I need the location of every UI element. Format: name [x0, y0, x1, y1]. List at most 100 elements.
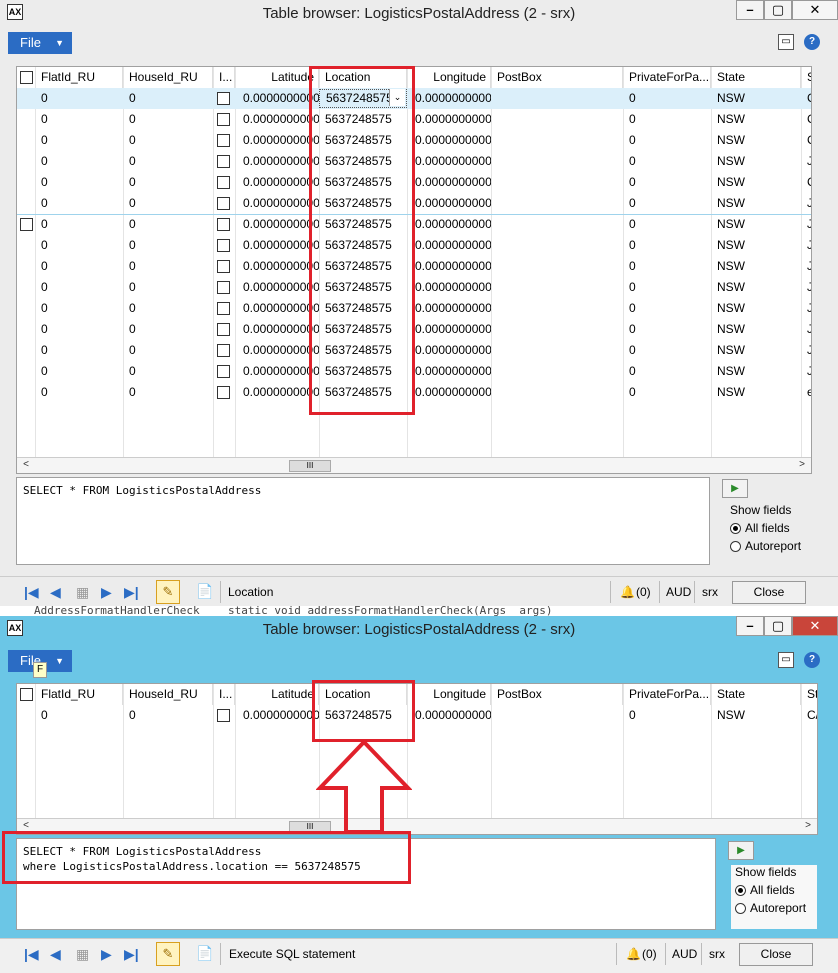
- cell-lon[interactable]: 0.0000000000: [407, 361, 491, 382]
- last-record-icon[interactable]: ▶|: [124, 946, 139, 963]
- cell-house[interactable]: 0: [123, 361, 213, 382]
- cell-state[interactable]: NSW: [711, 172, 801, 193]
- cell-s[interactable]: J: [801, 235, 811, 256]
- column-header[interactable]: Latitude: [235, 684, 319, 705]
- run-sql-button[interactable]: ▶: [722, 479, 748, 498]
- cell-lat[interactable]: 0.0000000000: [235, 172, 319, 193]
- cell-house[interactable]: 0: [123, 256, 213, 277]
- column-header[interactable]: State: [711, 67, 801, 88]
- cell-lon[interactable]: 0.0000000000: [407, 705, 491, 726]
- cell-lat[interactable]: 0.0000000000: [235, 151, 319, 172]
- cell-state[interactable]: NSW: [711, 151, 801, 172]
- row-flag-checkbox[interactable]: [217, 155, 230, 168]
- cell-state[interactable]: NSW: [711, 256, 801, 277]
- cell-flat[interactable]: 0: [35, 340, 123, 361]
- first-record-icon[interactable]: |◀: [24, 584, 39, 601]
- cell-state[interactable]: NSW: [711, 340, 801, 361]
- cell-lon[interactable]: 0.0000000000: [407, 319, 491, 340]
- cell-lat[interactable]: 0.0000000000: [235, 256, 319, 277]
- row-flag-checkbox[interactable]: [217, 260, 230, 273]
- select-all-checkbox[interactable]: [20, 688, 33, 701]
- cell-flat[interactable]: 0: [35, 298, 123, 319]
- column-header[interactable]: PrivateForPa...: [623, 67, 711, 88]
- autoreport-radio[interactable]: Autoreport: [735, 901, 817, 915]
- cell-priv[interactable]: 0: [623, 319, 711, 340]
- cell-priv[interactable]: 0: [623, 361, 711, 382]
- previous-record-icon[interactable]: ◀: [50, 584, 61, 601]
- bell-icon[interactable]: 🔔: [626, 947, 641, 961]
- cell-lat[interactable]: 0.0000000000: [235, 277, 319, 298]
- close-window-button[interactable]: ✕: [792, 0, 838, 20]
- cell-lat[interactable]: 0.0000000000: [235, 298, 319, 319]
- row-flag-checkbox[interactable]: [217, 386, 230, 399]
- cell-flat[interactable]: 0: [35, 235, 123, 256]
- cell-flat[interactable]: 0: [35, 172, 123, 193]
- cell-house[interactable]: 0: [123, 214, 213, 235]
- cell-state[interactable]: NSW: [711, 361, 801, 382]
- cell-priv[interactable]: 0: [623, 172, 711, 193]
- autoreport-radio[interactable]: Autoreport: [730, 539, 812, 553]
- cell-lon[interactable]: 0.0000000000: [407, 298, 491, 319]
- cell-house[interactable]: 0: [123, 319, 213, 340]
- cell-s[interactable]: C/: [801, 705, 817, 726]
- row-flag-checkbox[interactable]: [217, 709, 230, 722]
- row-flag-checkbox[interactable]: [217, 197, 230, 210]
- cell-state[interactable]: NSW: [711, 319, 801, 340]
- cell-house[interactable]: 0: [123, 277, 213, 298]
- cell-flat[interactable]: 0: [35, 256, 123, 277]
- edit-mode-icon[interactable]: ✎: [156, 580, 180, 604]
- data-grid[interactable]: FlatId_RU HouseId_RU I... Latitude Location L…: [16, 683, 818, 835]
- close-window-button[interactable]: ✕: [792, 616, 838, 636]
- cell-s[interactable]: e: [801, 382, 811, 403]
- cell-priv[interactable]: 0: [623, 151, 711, 172]
- help-icon[interactable]: ?: [804, 652, 820, 668]
- cell-priv[interactable]: 0: [623, 277, 711, 298]
- row-flag-checkbox[interactable]: [217, 323, 230, 336]
- maximize-button[interactable]: ▢: [764, 616, 792, 636]
- grid-icon[interactable]: ▦: [76, 584, 89, 601]
- cell-s[interactable]: J: [801, 319, 811, 340]
- scroll-right-icon[interactable]: >: [801, 820, 815, 831]
- cell-flat[interactable]: 0: [35, 193, 123, 214]
- column-header[interactable]: Longitude: [407, 684, 491, 705]
- grid-icon[interactable]: ▦: [76, 946, 89, 963]
- cell-s[interactable]: C: [801, 88, 811, 109]
- cell-priv[interactable]: 0: [623, 130, 711, 151]
- row-flag-checkbox[interactable]: [217, 239, 230, 252]
- column-header[interactable]: PostBox: [491, 67, 623, 88]
- cell-s[interactable]: J: [801, 193, 811, 214]
- cell-state[interactable]: NSW: [711, 130, 801, 151]
- row-flag-checkbox[interactable]: [217, 302, 230, 315]
- column-header[interactable]: HouseId_RU: [123, 684, 213, 705]
- row-flag-checkbox[interactable]: [217, 176, 230, 189]
- attachments-icon[interactable]: 📄: [196, 583, 213, 600]
- scroll-right-icon[interactable]: >: [795, 459, 809, 470]
- row-flag-checkbox[interactable]: [217, 365, 230, 378]
- layout-icon[interactable]: ▭: [778, 34, 794, 50]
- title-bar[interactable]: AX Table browser: LogisticsPostalAddress…: [0, 0, 838, 26]
- run-sql-button[interactable]: ▶: [728, 841, 754, 860]
- minimize-button[interactable]: –: [736, 0, 764, 20]
- cell-lon[interactable]: 0.0000000000: [407, 235, 491, 256]
- cell-house[interactable]: 0: [123, 235, 213, 256]
- edit-mode-icon[interactable]: ✎: [156, 942, 180, 966]
- title-bar[interactable]: AX Table browser: LogisticsPostalAddress…: [0, 616, 838, 642]
- scroll-thumb[interactable]: III: [289, 460, 331, 472]
- cell-house[interactable]: 0: [123, 151, 213, 172]
- layout-icon[interactable]: ▭: [778, 652, 794, 668]
- cell-lon[interactable]: 0.0000000000: [407, 88, 491, 109]
- column-header[interactable]: S: [801, 67, 811, 88]
- row-flag-checkbox[interactable]: [217, 218, 230, 231]
- cell-flat[interactable]: 0: [35, 319, 123, 340]
- cell-s[interactable]: J: [801, 256, 811, 277]
- cell-priv[interactable]: 0: [623, 705, 711, 726]
- cell-flat[interactable]: 0: [35, 151, 123, 172]
- select-all-checkbox[interactable]: [20, 71, 33, 84]
- cell-state[interactable]: NSW: [711, 193, 801, 214]
- row-flag-checkbox[interactable]: [217, 92, 230, 105]
- cell-house[interactable]: 0: [123, 88, 213, 109]
- cell-lon[interactable]: 0.0000000000: [407, 340, 491, 361]
- cell-s[interactable]: J: [801, 277, 811, 298]
- next-record-icon[interactable]: ▶: [101, 946, 112, 963]
- column-header[interactable]: FlatId_RU: [35, 684, 123, 705]
